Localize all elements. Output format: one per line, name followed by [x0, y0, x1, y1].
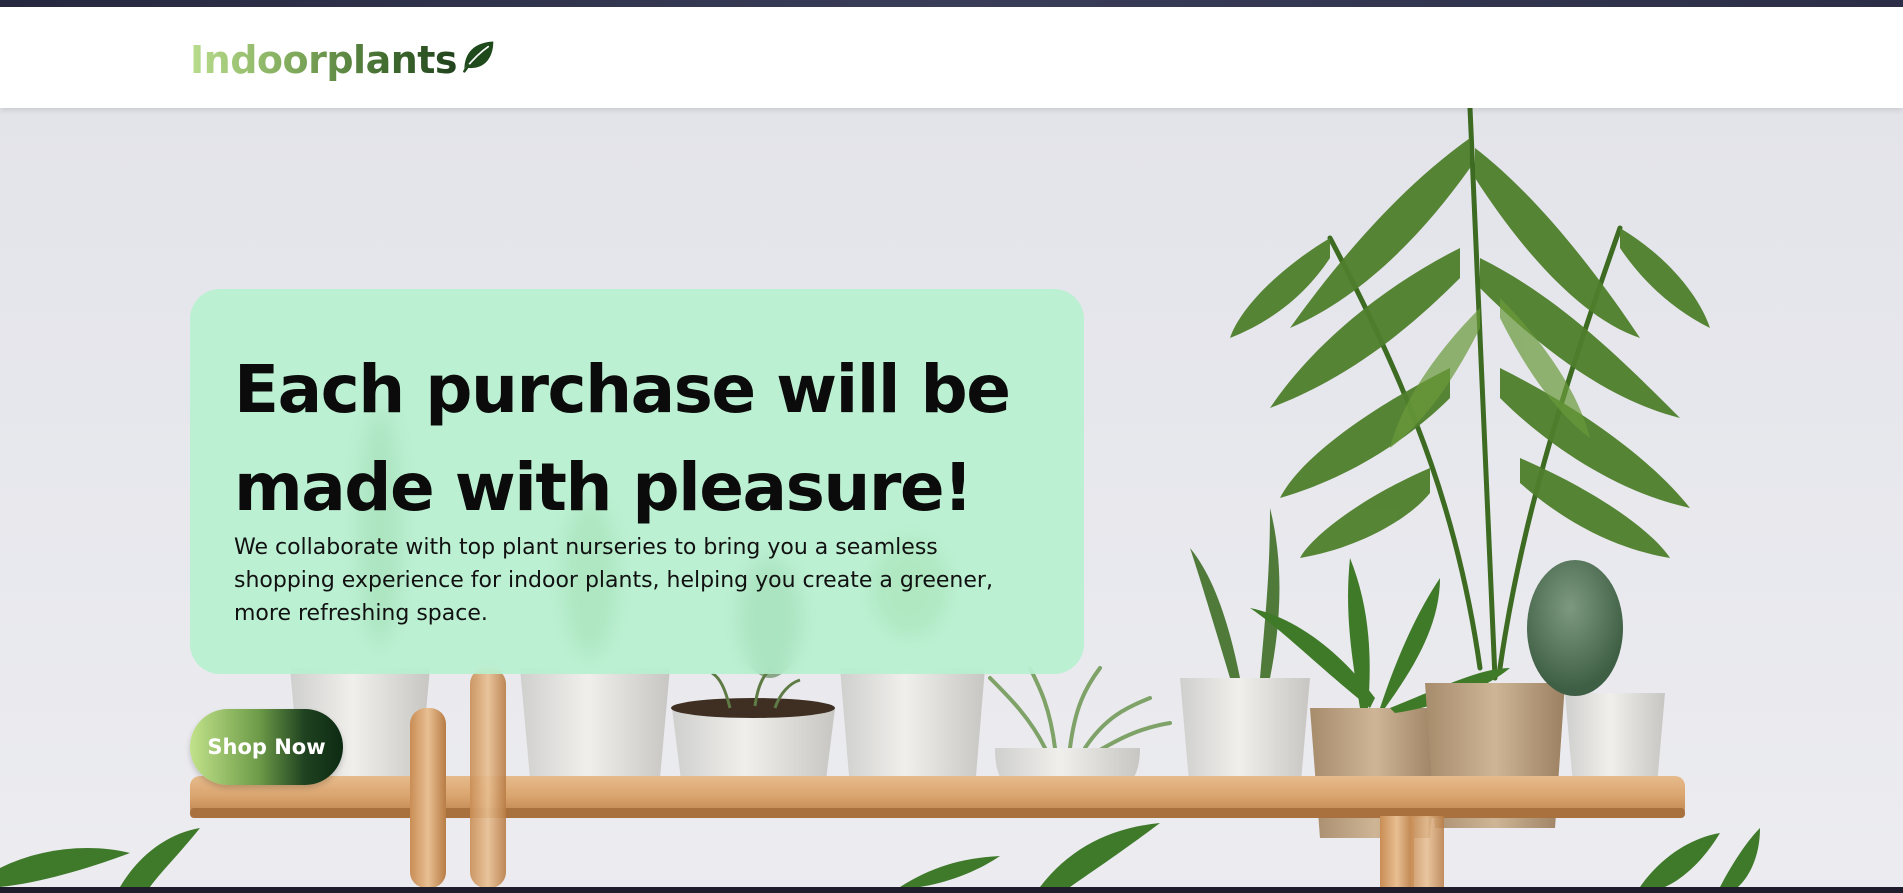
hero-section: Each purchase will be made with pleasure…	[0, 108, 1903, 887]
hero-title: Each purchase will be made with pleasure…	[234, 351, 1011, 526]
hero-card: Each purchase will be made with pleasure…	[190, 289, 1084, 674]
shop-now-button[interactable]: Shop Now	[190, 709, 343, 785]
brand-name: Indoorplants	[190, 33, 458, 87]
navbar: Indoorplants	[0, 7, 1903, 108]
brand-logo[interactable]: Indoorplants	[190, 33, 495, 89]
page: Indoorplants Each purchase will be made …	[0, 7, 1903, 887]
browser-bottom-strip	[0, 887, 1903, 893]
browser-top-strip	[0, 0, 1903, 7]
leaf-icon	[463, 41, 494, 73]
hero-description: We collaborate with top plant nurseries …	[234, 535, 993, 626]
